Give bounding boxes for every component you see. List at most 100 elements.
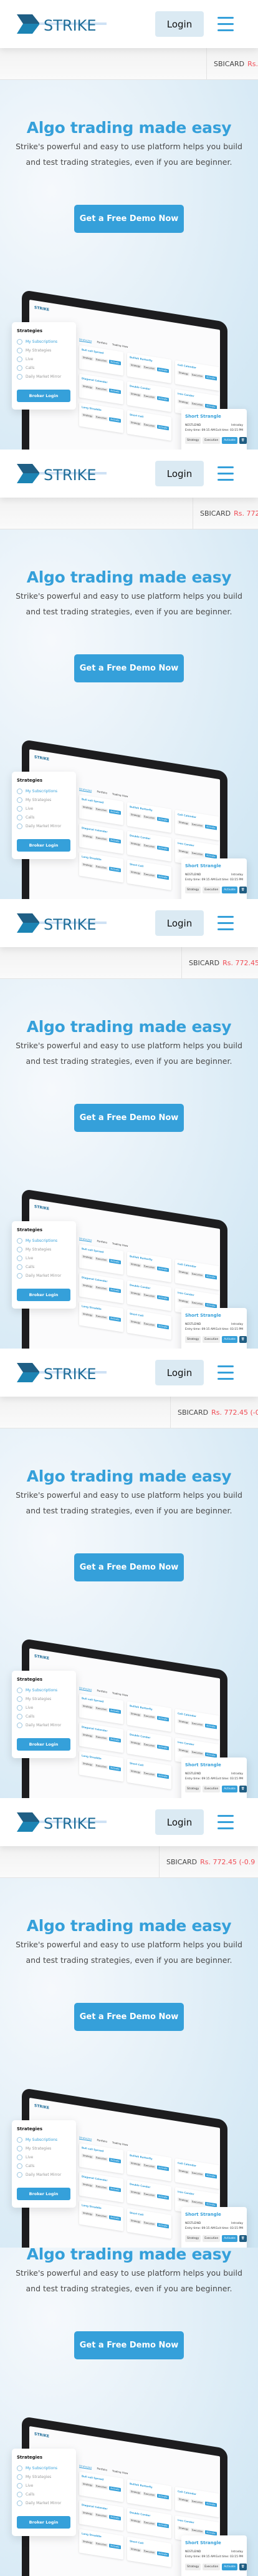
login-button[interactable]: Login <box>155 461 204 486</box>
free-demo-button[interactable]: Get a Free Demo Now <box>74 2331 184 2359</box>
sidebar-item-my-subscriptions: My Subscriptions <box>17 337 71 346</box>
strategy-chip: Strategy <box>82 2539 93 2545</box>
site-header: STRIKE Login <box>0 450 258 498</box>
activate-chip: Activate <box>109 867 121 873</box>
strategy-card: Call Calendar Strategy Execution Activate <box>175 2486 219 2518</box>
activate-chip: Activate <box>157 2494 169 2500</box>
hero-subtitle: Strike's powerful and easy to use platfo… <box>16 591 242 616</box>
market-mirror-icon <box>17 2171 22 2178</box>
free-demo-button[interactable]: Get a Free Demo Now <box>74 1553 184 1581</box>
execution-chip: Execution <box>191 822 204 828</box>
strategy-card: Diagonal Calendar Strategy Execution Activa… <box>79 1722 123 1753</box>
ticker-item: SBICARD Rs. 772.45 (-0.9 <box>206 48 258 79</box>
login-button[interactable]: Login <box>155 910 204 936</box>
sidebar-item-label: My Strategies <box>26 1696 52 1701</box>
activate-chip: Activate <box>109 1259 121 1265</box>
strategy-chip: Strategy <box>178 1748 189 1754</box>
strategy-chip: Strategy <box>130 1290 141 1297</box>
free-demo-button[interactable]: Get a Free Demo Now <box>74 205 184 233</box>
execution-chip: Execution <box>95 835 108 842</box>
execution-chip: Execution <box>95 2184 108 2190</box>
sidebar-item-live: Live <box>17 2481 71 2490</box>
sidebar-item-live: Live <box>17 355 71 363</box>
mockup-logo: STRIKE <box>34 755 50 762</box>
ticker-symbol: SBICARD <box>189 958 220 967</box>
site-header: STRIKE Login <box>0 1349 258 1397</box>
execution-chip: Execution <box>95 1314 108 1320</box>
mockup-tab: Strategies <box>79 1686 92 1692</box>
strategy-chip: Strategy <box>82 1283 93 1289</box>
hamburger-icon[interactable] <box>217 1365 234 1380</box>
mockup-tab: Strategies <box>79 787 92 793</box>
strategy-card: Bullish Butterfly Strategy Execution Activa… <box>127 1701 171 1733</box>
sidebar-item-my-subscriptions: My Subscriptions <box>17 787 71 795</box>
execution-chip: Execution <box>95 2512 108 2519</box>
sidebar-item-daily-market-mirror: Daily Market Mirror <box>17 2170 71 2179</box>
mockup-tab: Strategies <box>79 2135 92 2141</box>
live-icon <box>17 2154 22 2160</box>
sidebar-item-label: Daily Market Mirror <box>26 1723 62 1728</box>
card-entry: Entry time: 09:15 AM <box>185 1777 215 1781</box>
login-button[interactable]: Login <box>155 11 204 37</box>
sidebar-item-label: Calls <box>26 2492 35 2497</box>
sidebar-item-live: Live <box>17 1703 71 1712</box>
strategies-sidebar-card: Strategies My Subscriptions My Strategie… <box>12 772 76 859</box>
hero-section: Algo trading made easy Strike's powerful… <box>0 2248 258 2576</box>
strike-logo: STRIKE <box>17 464 107 483</box>
activate-chip: Activate <box>109 2515 121 2521</box>
strategy-chip: Strategy <box>82 384 93 390</box>
mockup-logo: STRIKE <box>34 2432 50 2439</box>
strategy-chip: Strategy <box>130 420 141 426</box>
hamburger-icon[interactable] <box>217 1815 234 1829</box>
strategy-card: Bull call Spread Strategy Execution Activat… <box>79 1693 123 1724</box>
card-title: Short Strangle <box>185 414 221 419</box>
strategy-card: Long Straddle Strategy Execution Activate <box>79 2529 123 2560</box>
free-demo-button[interactable]: Get a Free Demo Now <box>74 1104 184 1132</box>
free-demo-button[interactable]: Get a Free Demo Now <box>74 654 184 682</box>
sidebar-item-label: Daily Market Mirror <box>26 2172 62 2177</box>
login-button[interactable]: Login <box>155 1809 204 1835</box>
activate-chip: Activate <box>157 845 169 852</box>
subscriptions-icon <box>17 2136 22 2143</box>
sidebar-item-label: Live <box>26 806 34 811</box>
strike-logo: STRIKE <box>17 1812 107 1832</box>
strategy-card: Double Condor Strategy Execution Activate <box>127 2507 171 2539</box>
activate-chip: Activate <box>157 425 169 431</box>
strategy-chip: Strategy <box>82 2182 93 2188</box>
calls-icon <box>17 365 22 371</box>
login-button[interactable]: Login <box>155 1360 204 1385</box>
hero-title: Algo trading made easy <box>26 119 232 137</box>
strategy-card: Short Call Strategy Execution Activate <box>127 1758 171 1790</box>
activate-chip: Activate <box>205 375 217 381</box>
hero-section: Algo trading made easy Strike's powerful… <box>0 979 258 1349</box>
strategy-chip: Strategy <box>130 1319 141 1325</box>
calls-icon <box>17 1713 22 1719</box>
card-symbol: NESTLEIND <box>185 2550 201 2554</box>
sidebar-item-label: Live <box>26 1256 34 1261</box>
strategy-chip: Strategy <box>130 2218 141 2225</box>
strategy-chip: Strategy <box>82 355 93 361</box>
mockup-tab: Portfolio <box>97 2138 107 2143</box>
page-frame: STRIKE Login SBICARD Rs. 772.45 (-0.9 Al… <box>0 450 258 899</box>
hamburger-icon[interactable] <box>217 466 234 481</box>
hamburger-icon[interactable] <box>217 916 234 930</box>
logo-text: STRIKE <box>44 1815 97 1832</box>
mockup-logo: STRIKE <box>34 2103 50 2110</box>
execution-chip: Execution <box>143 2191 156 2198</box>
execution-chip: Execution <box>203 887 221 893</box>
hamburger-icon[interactable] <box>217 17 234 31</box>
calls-icon <box>17 814 22 820</box>
free-demo-button[interactable]: Get a Free Demo Now <box>74 2003 184 2031</box>
execution-chip: Execution <box>95 2541 108 2547</box>
strategy-card: Double Condor Strategy Execution Activate <box>127 830 171 862</box>
execution-chip: Execution <box>143 2163 156 2170</box>
sidebar-item-label: My Subscriptions <box>26 789 58 794</box>
activate-chip: Activate <box>109 388 121 395</box>
strategies-sidebar-card: Strategies My Subscriptions My Strategie… <box>12 1671 76 1758</box>
sidebar-item-label: My Subscriptions <box>26 1238 58 1243</box>
sidebar-item-label: My Strategies <box>26 348 52 353</box>
card-exit: Exit time: 03:15 PM <box>215 2555 243 2559</box>
mockup-tab: Trading View <box>112 2469 128 2475</box>
activate-chip: Activate <box>109 360 121 366</box>
activate-chip: Activate <box>222 1786 237 1792</box>
